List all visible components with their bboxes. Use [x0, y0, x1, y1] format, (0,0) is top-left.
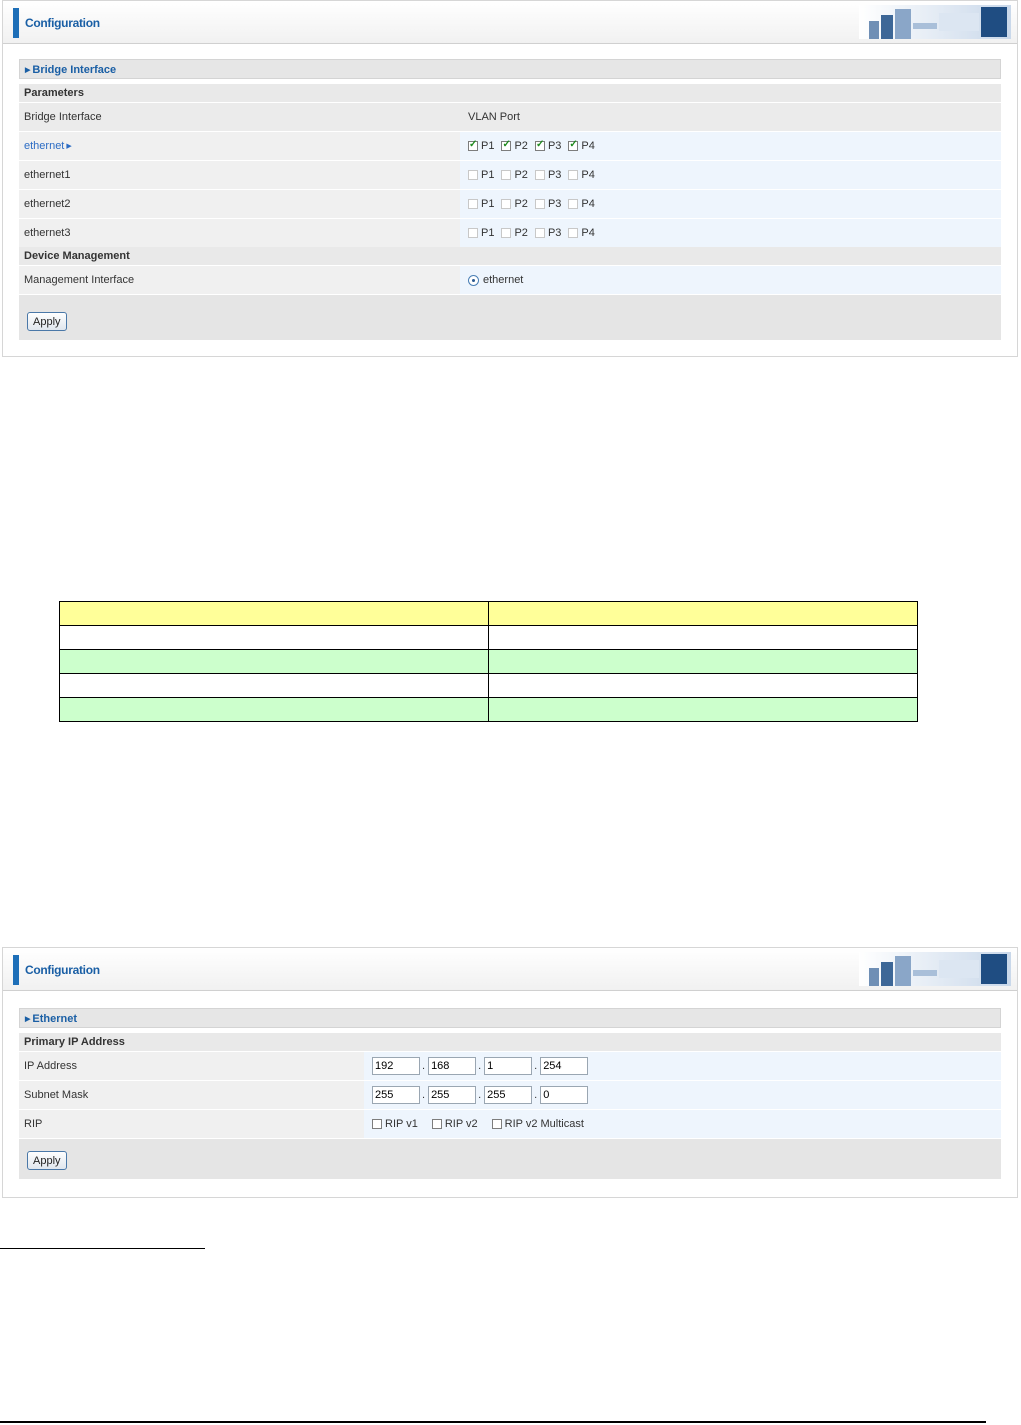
table-row [59, 649, 918, 674]
management-interface-value: ethernet [483, 274, 524, 286]
port-checkbox-p2: P2 [501, 227, 528, 239]
port-checkbox-p4: P4 [568, 227, 595, 239]
management-interface-radio[interactable] [468, 274, 479, 286]
port-checkbox-p4: P4 [568, 198, 595, 210]
table-cell [59, 601, 489, 626]
port-checkbox-p1: P1 [468, 198, 494, 210]
ethernet-config-panel: Configuration ▶ Ethernet Primary IP Addre… [2, 947, 1018, 1198]
rip-v2-multicast-checkbox[interactable]: RIP v2 Multicast [491, 1118, 584, 1130]
bridge-label-ethernet2: ethernet2 [19, 190, 460, 218]
bridge-table-header: Bridge Interface VLAN Port [19, 103, 1001, 131]
header-accent-bar [13, 955, 19, 985]
rip-row: RIP RIP v1 RIP v2 RIP v2 Multicast [19, 1110, 1001, 1138]
table-cell [488, 601, 918, 626]
bridge-row: ethernet▶ P1 P2 P3 P4 [19, 132, 1001, 160]
port-checkbox-p3: P3 [534, 198, 561, 210]
col-vlan-port: VLAN Port [460, 103, 1001, 131]
apply-row: Apply [19, 295, 1001, 340]
section-title-text: Bridge Interface [32, 64, 117, 76]
table-cell [488, 625, 918, 650]
table-row [59, 673, 918, 698]
checkbox-checked-icon [568, 139, 579, 151]
ip-address-label: IP Address [19, 1052, 364, 1080]
ip-octet-2-input[interactable] [428, 1057, 477, 1075]
section-arrow-icon: ▶ [25, 67, 31, 74]
heading-underline [0, 1248, 205, 1249]
table-row [59, 697, 918, 722]
group-parameters: Parameters [19, 84, 1001, 102]
apply-button[interactable]: Apply [27, 312, 67, 331]
group-primary-ip: Primary IP Address [19, 1033, 1001, 1051]
checkbox-checked-icon [501, 139, 512, 151]
section-title-bridge-interface: ▶ Bridge Interface [19, 59, 1001, 79]
port-checkbox-p4[interactable]: P4 [568, 139, 595, 152]
table-cell [59, 625, 489, 650]
section-title-text: Ethernet [32, 1013, 78, 1025]
ip-address-row: IP Address . . . [19, 1052, 1001, 1080]
port-checkbox-p4: P4 [568, 169, 595, 181]
bridge-config-panel: Configuration ▶ Bridge Interface Paramete… [2, 0, 1018, 357]
table-cell [59, 649, 489, 674]
mask-octet-1-input[interactable] [372, 1086, 420, 1104]
checkbox-checked-icon [468, 139, 478, 151]
mask-octet-3-input[interactable] [484, 1086, 533, 1104]
table-header-row [59, 601, 918, 626]
rip-v1-checkbox[interactable]: RIP v1 [372, 1118, 418, 1130]
checkbox-checked-icon [534, 139, 545, 151]
port-checkbox-p1: P1 [468, 227, 494, 239]
mask-octet-2-input[interactable] [428, 1086, 477, 1104]
port-checkbox-p3: P3 [534, 169, 561, 181]
subnet-mask-row: Subnet Mask . . . [19, 1081, 1001, 1109]
table-cell [488, 697, 918, 722]
group-device-management: Device Management [19, 247, 1001, 265]
rip-v2-checkbox[interactable]: RIP v2 [431, 1118, 478, 1130]
port-checkbox-p3[interactable]: P3 [534, 139, 561, 152]
subnet-mask-label: Subnet Mask [19, 1081, 364, 1109]
config-header: Configuration [3, 1, 1017, 44]
management-interface-row: Management Interface ethernet [19, 266, 1001, 294]
config-title: Configuration [25, 963, 100, 977]
network-banner-graphic [859, 5, 1011, 39]
table-cell [488, 649, 918, 674]
parameter-table [59, 601, 918, 722]
table-cell [59, 697, 489, 722]
bridge-row: ethernet1 P1 P2 P3 P4 [19, 161, 1001, 189]
ip-octet-4-input[interactable] [540, 1057, 589, 1075]
port-checkbox-p2: P2 [501, 198, 528, 210]
table-cell [59, 673, 489, 698]
col-bridge-interface: Bridge Interface [19, 103, 460, 131]
bridge-row: ethernet3 P1 P2 P3 P4 [19, 219, 1001, 247]
bridge-link-ethernet[interactable]: ethernet ▶ [24, 140, 72, 152]
mask-octet-4-input[interactable] [540, 1086, 589, 1104]
port-checkbox-p2[interactable]: P2 [501, 139, 528, 152]
bridge-row: ethernet2 P1 P2 P3 P4 [19, 190, 1001, 218]
port-checkbox-p2: P2 [501, 169, 528, 181]
apply-row: Apply [19, 1139, 1001, 1179]
port-checkbox-p1: P1 [468, 169, 494, 181]
header-accent-bar [13, 8, 19, 38]
section-title-ethernet: ▶ Ethernet [19, 1008, 1001, 1028]
config-title: Configuration [25, 16, 100, 30]
bridge-label-ethernet1: ethernet1 [19, 161, 460, 189]
ip-octet-3-input[interactable] [484, 1057, 533, 1075]
port-checkbox-p3: P3 [534, 227, 561, 239]
table-row [59, 625, 918, 650]
apply-button[interactable]: Apply [27, 1151, 67, 1170]
config-header: Configuration [3, 948, 1017, 991]
page-footer-rule [0, 1421, 986, 1423]
port-checkbox-p1[interactable]: P1 [468, 139, 494, 152]
bridge-label-ethernet3: ethernet3 [19, 219, 460, 247]
network-banner-graphic [859, 952, 1011, 986]
table-cell [488, 673, 918, 698]
section-arrow-icon: ▶ [25, 1016, 31, 1023]
link-arrow-icon: ▶ [66, 143, 72, 150]
ip-octet-1-input[interactable] [372, 1057, 420, 1075]
management-interface-label: Management Interface [19, 266, 460, 294]
rip-label: RIP [19, 1110, 364, 1138]
